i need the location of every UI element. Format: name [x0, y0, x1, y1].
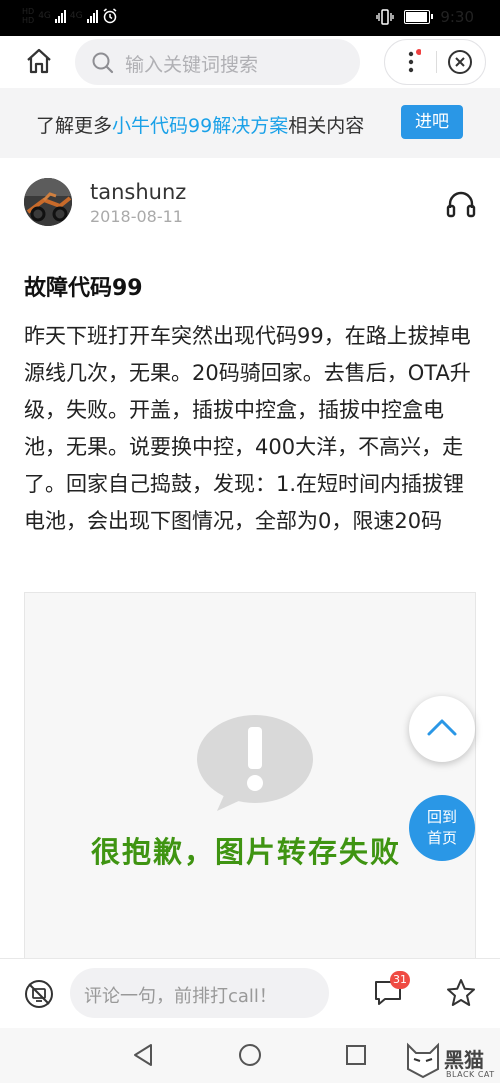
go-button[interactable]: 进吧: [401, 105, 463, 139]
search-input[interactable]: 输入关键词搜索: [125, 50, 258, 77]
back-triangle-icon[interactable]: [132, 1043, 154, 1067]
post-title: 故障代码99: [24, 276, 143, 301]
capsule-divider: [436, 51, 437, 73]
image-error-text: 很抱歉，图片转存失败: [91, 835, 402, 869]
home-icon[interactable]: [25, 47, 53, 75]
sim1-label: HD: [22, 7, 35, 16]
recents-square-icon[interactable]: [345, 1044, 367, 1066]
banner-text: 了解更多小牛代码99解决方案相关内容: [36, 115, 365, 137]
status-time: 9:30: [440, 8, 474, 26]
banner-highlight-link[interactable]: 小牛代码99解决方案: [112, 115, 288, 137]
status-right: 9:30: [376, 8, 474, 26]
signal1-icon: [54, 9, 66, 23]
author-name[interactable]: tanshunz: [90, 180, 186, 204]
alarm-icon: [103, 8, 117, 24]
post-date: 2018-08-11: [90, 207, 183, 226]
chevron-up-icon: [427, 719, 457, 736]
comment-placeholder[interactable]: 评论一句，前排打call！: [84, 982, 277, 1008]
post-body: 昨天下班打开车突然出现代码99，在路上拔掉电源线几次，无果。20码骑回家。去售后…: [24, 324, 471, 533]
image-error-icon: [197, 715, 313, 811]
more-vertical-icon[interactable]: [401, 49, 421, 75]
net1-label: 4G: [38, 11, 51, 21]
signal2-icon: [86, 9, 98, 23]
no-danmaku-icon[interactable]: [23, 978, 55, 1010]
status-left: HD HD 4G 4G: [22, 7, 118, 25]
close-circle-icon[interactable]: [447, 49, 473, 75]
sim2-label: HD: [22, 16, 35, 25]
vibrate-icon: [376, 9, 394, 25]
blackcat-logo-icon: [407, 1042, 439, 1079]
back-home-button[interactable]: 回到 首页: [409, 795, 475, 861]
avatar-image: [24, 178, 72, 226]
watermark-sub: BLACK CAT: [446, 1070, 495, 1079]
scroll-top-button[interactable]: [409, 696, 475, 762]
avatar[interactable]: [24, 178, 72, 226]
search-icon: [92, 52, 114, 74]
watermark-text: 黑猫: [444, 1048, 484, 1072]
comment-count-badge: 31: [390, 971, 410, 989]
battery-icon: [404, 10, 434, 24]
image-placeholder: [24, 592, 476, 967]
home-circle-icon[interactable]: [238, 1043, 262, 1067]
net2-label: 4G: [69, 11, 83, 21]
star-icon[interactable]: [445, 977, 477, 1009]
headphones-icon[interactable]: [446, 190, 476, 218]
